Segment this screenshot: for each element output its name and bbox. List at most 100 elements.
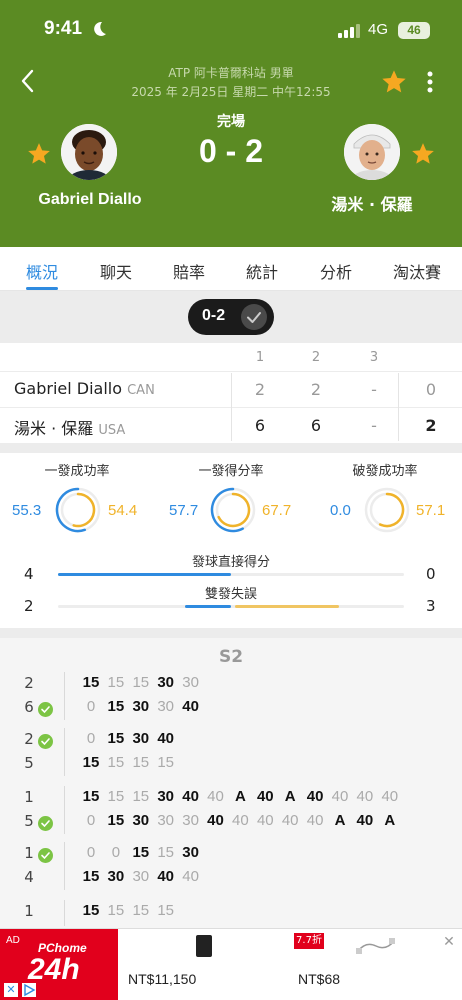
stat-left-first-serve-in: 55.3 — [12, 502, 42, 519]
player-left-name[interactable]: Gabriel Diallo — [20, 191, 160, 209]
point-score: 15 — [82, 674, 100, 691]
set-selector-label: 0-2 — [202, 307, 226, 324]
point-score: 40 — [256, 812, 274, 829]
divider — [64, 672, 65, 720]
stat-left-break-success: 0.0 — [330, 502, 351, 519]
active-tab-indicator — [26, 287, 58, 290]
player-left-avatar[interactable] — [61, 124, 117, 180]
point-score: A — [384, 812, 396, 829]
set-label: S2 — [218, 647, 244, 667]
point-score: 0 — [86, 730, 96, 747]
player-right-name[interactable]: 湯米 · 保羅 — [312, 191, 432, 215]
ring-chart-break-success — [364, 487, 410, 533]
network-label: 4G — [368, 21, 389, 38]
set-header-3: 3 — [369, 350, 379, 365]
match-status: 完場 — [217, 114, 245, 130]
point-score: 40 — [281, 812, 299, 829]
cell-right-set1: 6 — [254, 416, 266, 435]
player-right-avatar[interactable] — [344, 124, 400, 180]
ring-arc-right — [378, 492, 405, 528]
match-score: 0 - 2 — [198, 133, 264, 169]
point-score: 30 — [132, 868, 150, 885]
point-score: A — [334, 812, 346, 829]
row-player-right-nat: USA — [98, 423, 126, 438]
point-score: 0 — [111, 844, 121, 861]
game-score: 1 — [24, 902, 34, 920]
ad-choices-icon[interactable] — [22, 983, 36, 997]
check-icon — [241, 304, 267, 330]
tab-chat[interactable]: 聊天 — [100, 259, 132, 283]
back-arrow-icon[interactable] — [14, 66, 42, 96]
tab-knockout[interactable]: 淘汰賽 — [393, 259, 441, 283]
cell-left-total: 0 — [425, 380, 437, 399]
stats-panel: 一發成功率 一發得分率 破發成功率 55.3 54.4 57.7 67.7 0.… — [0, 453, 462, 628]
bar-fill-left-aces — [58, 573, 231, 576]
ad-price-2[interactable]: NT$68 — [298, 971, 340, 987]
ad-product-2-image[interactable] — [356, 937, 396, 955]
divider — [0, 371, 462, 372]
ad-banner[interactable]: AD PChome 24h ✕ NT$11,150 7.7折 NT$68 ✕ — [0, 928, 462, 1000]
point-score: 40 — [207, 812, 224, 829]
serve-ball-icon — [38, 734, 53, 749]
row-player-left: Gabriel Diallo CAN — [14, 379, 155, 398]
divider — [64, 842, 65, 890]
tab-stats[interactable]: 統計 — [246, 259, 278, 283]
stat-title-first-serve-in: 一發成功率 — [44, 464, 110, 479]
signal-icon — [338, 24, 360, 38]
point-score: 15 — [132, 844, 150, 861]
point-score: 30 — [157, 698, 175, 715]
player-right-avatar-image — [344, 124, 400, 180]
point-score: 15 — [82, 868, 100, 885]
serve-ball-icon — [38, 816, 53, 831]
point-score: 30 — [157, 674, 175, 691]
cell-right-set2: 6 — [310, 416, 322, 435]
game-row: 2 15 15 15 30 30 — [0, 674, 462, 696]
point-score: 0 — [86, 844, 96, 861]
point-score: 15 — [107, 674, 125, 691]
bar-track-aces — [58, 573, 404, 576]
bar-right-aces: 0 — [426, 565, 436, 583]
point-score: 0 — [86, 698, 96, 715]
point-score: 15 — [107, 698, 125, 715]
game-score: 5 — [24, 812, 34, 830]
divider — [64, 900, 65, 926]
ad-close-x-icon[interactable]: ✕ — [4, 983, 18, 997]
set-score-table: 1 2 3 Gabriel Diallo CAN 2 2 - 0 湯米 · 保羅… — [0, 343, 462, 443]
point-score: 40 — [182, 868, 199, 885]
point-score: 40 — [157, 868, 175, 885]
bar-fill-left-double-faults — [184, 605, 231, 608]
divider — [64, 786, 65, 834]
stat-left-first-serve-won: 57.7 — [169, 502, 199, 519]
set-selector-pill[interactable]: 0-2 — [188, 299, 274, 335]
point-score: 40 — [256, 788, 274, 805]
game-score: 5 — [24, 754, 34, 772]
match-header: 9:41 4G 46 ATP 阿卡普爾科站 男單 2025 年 2月25日 星期… — [0, 0, 462, 247]
game-row: 2 0 15 30 40 — [0, 730, 462, 752]
divider — [231, 373, 232, 441]
favorite-player-left-star-icon[interactable] — [26, 141, 52, 167]
point-score: 30 — [182, 844, 199, 861]
favorite-star-icon[interactable] — [380, 68, 408, 96]
battery-icon: 46 — [398, 22, 430, 39]
moon-icon — [94, 21, 106, 36]
point-score: 15 — [107, 754, 125, 771]
event-title: ATP 阿卡普爾科站 男單 — [168, 66, 294, 80]
point-score: 15 — [132, 754, 150, 771]
set-header-1: 1 — [255, 350, 265, 365]
more-options-icon[interactable] — [420, 68, 440, 96]
section-gap — [0, 443, 462, 453]
ad-product-1-image[interactable] — [196, 935, 212, 957]
ad-price-1[interactable]: NT$11,150 — [128, 971, 196, 987]
game-score: 2 — [24, 674, 34, 692]
ring-track — [364, 487, 410, 533]
ad-brand-block[interactable]: AD PChome 24h ✕ — [0, 929, 118, 1000]
tab-overview[interactable]: 概況 — [26, 259, 58, 283]
serve-ball-icon — [38, 848, 53, 863]
point-score: 30 — [157, 812, 175, 829]
tab-analysis[interactable]: 分析 — [320, 259, 352, 283]
point-score: 15 — [107, 788, 125, 805]
tab-odds[interactable]: 賠率 — [173, 259, 205, 283]
favorite-player-right-star-icon[interactable] — [410, 141, 436, 167]
ad-close-icon[interactable]: ✕ — [442, 935, 456, 949]
game-row: 1 15 15 15 15 — [0, 902, 462, 924]
